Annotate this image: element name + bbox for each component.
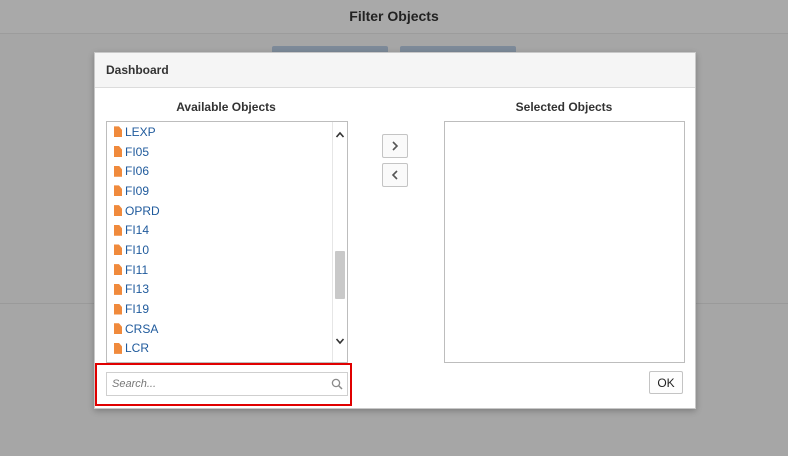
file-icon [114, 323, 122, 335]
list-item[interactable]: LEXP [107, 122, 333, 142]
file-icon [114, 342, 122, 354]
file-icon [114, 283, 122, 295]
selected-objects-label: Selected Objects [515, 100, 613, 114]
move-left-button[interactable] [382, 163, 408, 187]
dashboard-dialog: Dashboard Available Objects Selected Obj… [94, 52, 696, 409]
list-item-label: FI14 [125, 223, 150, 238]
list-item[interactable]: CRSA [107, 319, 333, 339]
list-item-label: CRSA [125, 321, 159, 336]
chevron-down-icon [335, 338, 345, 345]
list-item-label: FI19 [125, 302, 150, 317]
ok-button[interactable]: OK [649, 371, 683, 394]
list-item[interactable]: FI06 [107, 161, 333, 181]
file-icon [114, 205, 122, 217]
list-item-label: LEXP [125, 124, 156, 139]
file-icon [114, 185, 122, 197]
search-highlight-box [95, 363, 352, 406]
page-title: Filter Objects [349, 8, 439, 24]
list-item-label: FI10 [125, 242, 150, 257]
list-item-label: FI13 [125, 282, 150, 297]
scroll-thumb[interactable] [335, 251, 345, 299]
list-item[interactable]: FI09 [107, 181, 333, 201]
dialog-header: Dashboard [95, 53, 695, 88]
chevron-up-icon [335, 131, 345, 138]
move-right-button[interactable] [382, 134, 408, 158]
list-item-label: FI11 [125, 262, 149, 277]
file-icon [114, 303, 122, 315]
list-item[interactable]: FI05 [107, 142, 333, 162]
scroll-up-arrow[interactable] [335, 130, 345, 140]
list-item[interactable]: FI14 [107, 220, 333, 240]
file-icon [114, 126, 122, 138]
list-item[interactable]: OPRD [107, 201, 333, 221]
chevron-right-icon [392, 141, 399, 151]
scroll-down-arrow[interactable] [335, 336, 345, 346]
list-item[interactable]: FI11 [107, 260, 333, 280]
file-icon [114, 224, 122, 236]
list-item-label: OPRD [125, 203, 160, 218]
list-item-label: FI06 [125, 164, 150, 179]
available-objects-label: Available Objects [176, 100, 276, 114]
list-item-label: FI05 [125, 144, 150, 159]
selected-objects-list[interactable] [444, 121, 685, 363]
list-item-label: FI09 [125, 183, 150, 198]
chevron-left-icon [391, 170, 398, 180]
available-objects-list[interactable]: LEXP FI05 FI06 FI09 OPRD FI14 FI10 FI11 FI13 FI19… [106, 121, 348, 363]
file-icon [114, 264, 122, 276]
list-item[interactable]: FI10 [107, 240, 333, 260]
list-item-label: LCR [125, 341, 150, 356]
list-item[interactable]: LCR [107, 339, 333, 359]
dialog-title: Dashboard [106, 63, 169, 77]
file-icon [114, 165, 122, 177]
list-item[interactable]: FI19 [107, 299, 333, 319]
list-item[interactable]: FI13 [107, 280, 333, 300]
file-icon [114, 146, 122, 158]
available-objects-items: LEXP FI05 FI06 FI09 OPRD FI14 FI10 FI11 FI13 FI19… [107, 122, 333, 358]
file-icon [114, 244, 122, 256]
list-scrollbar[interactable] [332, 122, 347, 362]
